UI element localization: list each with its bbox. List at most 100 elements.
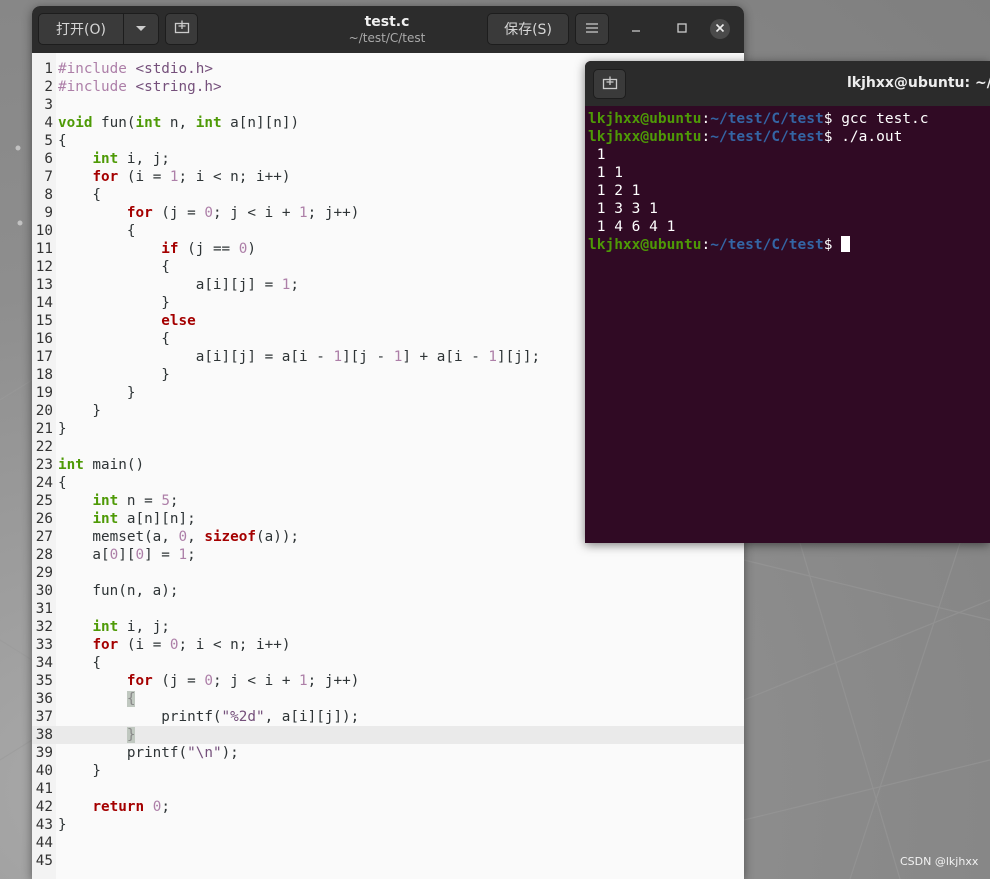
code-line[interactable]: 28 a[0][0] = 1; [32,546,744,564]
line-number: 43 [35,817,53,833]
terminal-title: lkjhxx@ubuntu: ~/test/C/test [847,75,990,91]
terminal-output-line: 1 1 [588,165,623,181]
code-line[interactable]: 35 for (j = 0; j < i + 1; j++) [32,672,744,690]
line-number: 12 [35,259,53,275]
code-text: a[i][j] = 1; [58,277,300,293]
line-number: 40 [35,763,53,779]
new-tab-button[interactable] [165,13,198,45]
line-number: 2 [44,79,53,95]
code-line[interactable]: 38 } [32,726,744,744]
hamburger-menu-button[interactable] [575,13,609,45]
hamburger-icon [586,21,598,37]
code-line[interactable]: 32 int i, j; [32,618,744,636]
code-text: { [58,331,170,347]
line-number: 7 [44,169,53,185]
new-tab-icon [602,75,618,94]
close-button[interactable] [710,19,730,39]
code-text: void fun(int n, int a[n][n]) [58,115,300,131]
line-number: 29 [35,565,53,581]
code-line[interactable]: 31 [32,600,744,618]
line-number: 30 [35,583,53,599]
code-line[interactable]: 42 return 0; [32,798,744,816]
open-button[interactable]: 打开(O) [38,13,124,45]
code-text: #include <stdio.h> [58,61,213,77]
code-text: { [58,223,136,239]
title-block: test.c ~/test/C/test [252,14,522,45]
line-number: 8 [44,187,53,203]
code-line[interactable]: 40 } [32,762,744,780]
line-number: 14 [35,295,53,311]
line-number: 24 [35,475,53,491]
minimize-icon [631,21,641,37]
line-number: 9 [44,205,53,221]
code-text: printf("%2d", a[i][j]); [58,709,360,725]
code-text: } [58,403,102,419]
line-number: 22 [35,439,53,455]
code-text: memset(a, 0, sizeof(a)); [58,529,300,545]
code-line[interactable]: 34 { [32,654,744,672]
terminal-new-tab-button[interactable] [593,69,626,99]
code-line[interactable]: 30 fun(n, a); [32,582,744,600]
code-text: #include <string.h> [58,79,222,95]
line-number: 34 [35,655,53,671]
code-line[interactable]: 33 for (i = 0; i < n; i++) [32,636,744,654]
line-number: 45 [35,853,53,869]
code-text: { [58,655,102,671]
line-number: 41 [35,781,53,797]
maximize-button[interactable] [672,19,692,39]
minimize-button[interactable] [626,19,646,39]
code-text: { [58,475,67,491]
code-text: for (j = 0; j < i + 1; j++) [126,673,360,689]
terminal-cursor [841,236,851,252]
line-number: 31 [35,601,53,617]
terminal-output-line: 1 4 6 4 1 [588,219,676,235]
line-number: 38 [35,727,53,743]
terminal-output-line: 1 [588,147,606,163]
line-number: 37 [35,709,53,725]
code-text: int a[n][n]; [92,511,196,527]
line-number: 1 [44,61,53,77]
code-text: } [58,817,67,833]
line-number: 16 [35,331,53,347]
line-number: 35 [35,673,53,689]
line-number: 27 [35,529,53,545]
close-icon [715,22,725,37]
code-line[interactable]: 39 printf("\n"); [32,744,744,762]
document-title: test.c [364,14,410,30]
code-line[interactable]: 43} [32,816,744,834]
code-text: { [58,187,102,203]
code-line[interactable]: 41 [32,780,744,798]
code-line[interactable]: 37 printf("%2d", a[i][j]); [32,708,744,726]
new-tab-icon [174,20,190,38]
line-number: 10 [35,223,53,239]
code-text: for (i = 0; i < n; i++) [92,637,291,653]
gedit-headerbar: 打开(O) test.c ~/test/C/test 保存(S) [32,6,744,53]
code-text: fun(n, a); [58,583,179,599]
line-number: 44 [35,835,53,851]
open-dropdown-button[interactable] [123,13,159,45]
code-line[interactable]: 45 [32,852,744,870]
line-number: 18 [35,367,53,383]
code-text: a[0][0] = 1; [58,547,196,563]
watermark: CSDN @lkjhxx [900,855,979,868]
line-number: 6 [44,151,53,167]
line-number: 19 [35,385,53,401]
terminal-prompt-line: lkjhxx@ubuntu:~/test/C/test$ gcc test.c [588,111,929,127]
chevron-down-icon [135,21,147,37]
code-text: a[i][j] = a[i - 1][j - 1] + a[i - 1][j]; [58,349,541,365]
terminal-prompt-line: lkjhxx@ubuntu:~/test/C/test$ [588,236,851,254]
code-text: } [58,295,170,311]
code-text: } [126,727,136,743]
terminal-output-line: 1 2 1 [588,183,641,199]
code-line[interactable]: 29 [32,564,744,582]
document-path: ~/test/C/test [348,31,426,45]
line-number: 5 [44,133,53,149]
terminal-headerbar: lkjhxx@ubuntu: ~/test/C/test [585,61,990,106]
line-number: 23 [35,457,53,473]
line-number: 3 [44,97,53,113]
save-button[interactable]: 保存(S) [487,13,569,45]
code-line[interactable]: 36 { [32,690,744,708]
code-line[interactable]: 44 [32,834,744,852]
line-number: 36 [35,691,53,707]
line-number: 17 [35,349,53,365]
